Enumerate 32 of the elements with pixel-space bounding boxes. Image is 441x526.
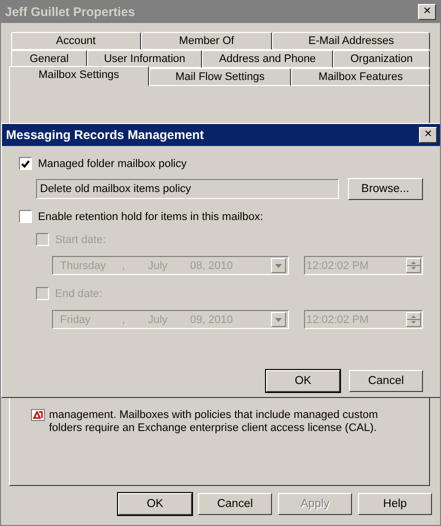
- checkbox[interactable]: [19, 210, 32, 223]
- tab[interactable]: Address and Phone: [202, 50, 334, 68]
- dropdown-arrow-icon: [275, 318, 282, 322]
- tab[interactable]: Mail Flow Settings: [148, 68, 292, 86]
- checkbox-label: End date:: [55, 288, 102, 300]
- close-button[interactable]: ✕: [418, 4, 436, 20]
- dialog-button[interactable]: Cancel: [198, 493, 272, 515]
- tab[interactable]: Mailbox Features: [291, 68, 430, 86]
- browse-button[interactable]: Browse...: [348, 178, 423, 200]
- tab[interactable]: Organization: [333, 50, 430, 68]
- tab[interactable]: E-Mail Addresses: [272, 32, 430, 50]
- tab[interactable]: Mailbox Settings: [9, 66, 149, 86]
- checkbox[interactable]: [19, 157, 32, 170]
- dialog-title: Messaging Records Management: [6, 128, 204, 142]
- close-button[interactable]: ✕: [419, 127, 437, 143]
- checkbox-label: Start date:: [55, 234, 106, 246]
- dialog-button[interactable]: OK: [266, 370, 340, 392]
- window-title: Jeff Guillet Properties: [5, 5, 135, 19]
- spinner-icon: [407, 259, 420, 272]
- policy-field[interactable]: Delete old mailbox items policy: [36, 179, 339, 199]
- dialog-button[interactable]: Help: [358, 493, 432, 515]
- warning-icon: [31, 409, 45, 421]
- tab[interactable]: Account: [11, 32, 141, 50]
- checkbox-label: Enable retention hold for items in this mailbox:: [38, 210, 264, 222]
- checkbox-label: Managed folder mailbox policy: [38, 158, 187, 170]
- spinner-icon: [407, 313, 420, 326]
- dialog-button[interactable]: OK: [118, 493, 192, 515]
- dialog-button[interactable]: Cancel: [349, 370, 423, 392]
- tab[interactable]: Member Of: [140, 32, 272, 50]
- dropdown-arrow-icon: [275, 264, 282, 268]
- tab[interactable]: User Information: [87, 50, 202, 68]
- license-note: management. Mailboxes with policies that include managed custom folders require an Exchange enterprise client access license (CAL).: [49, 409, 379, 435]
